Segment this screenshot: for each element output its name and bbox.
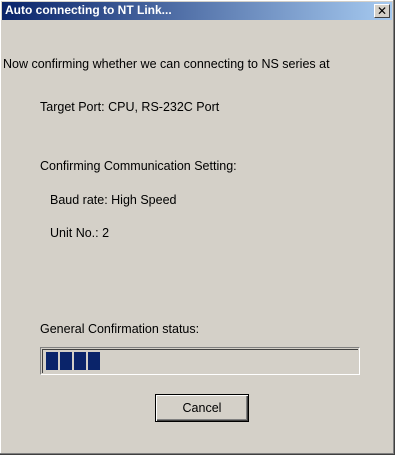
cancel-button[interactable]: Cancel — [155, 394, 249, 422]
progress-segment — [60, 352, 72, 370]
target-port-text: Target Port: CPU, RS-232C Port — [40, 100, 220, 114]
dialog-window: Auto connecting to NT Link... ✕ Now conf… — [0, 0, 395, 455]
confirming-setting-label: Confirming Communication Setting: — [40, 159, 237, 173]
progress-track — [42, 349, 358, 373]
progress-segment — [46, 352, 58, 370]
intro-text: Now confirming whether we can connecting… — [3, 57, 330, 71]
baud-rate-text: Baud rate: High Speed — [50, 193, 177, 207]
unit-number-text: Unit No.: 2 — [50, 226, 110, 240]
window-title: Auto connecting to NT Link... — [5, 3, 172, 17]
title-bar[interactable]: Auto connecting to NT Link... ✕ — [2, 2, 392, 20]
confirmation-progress-bar — [40, 347, 360, 375]
general-status-label: General Confirmation status: — [40, 322, 200, 336]
close-button[interactable]: ✕ — [374, 4, 390, 18]
progress-segment — [74, 352, 86, 370]
close-icon: ✕ — [376, 4, 388, 18]
progress-segment — [88, 352, 100, 370]
